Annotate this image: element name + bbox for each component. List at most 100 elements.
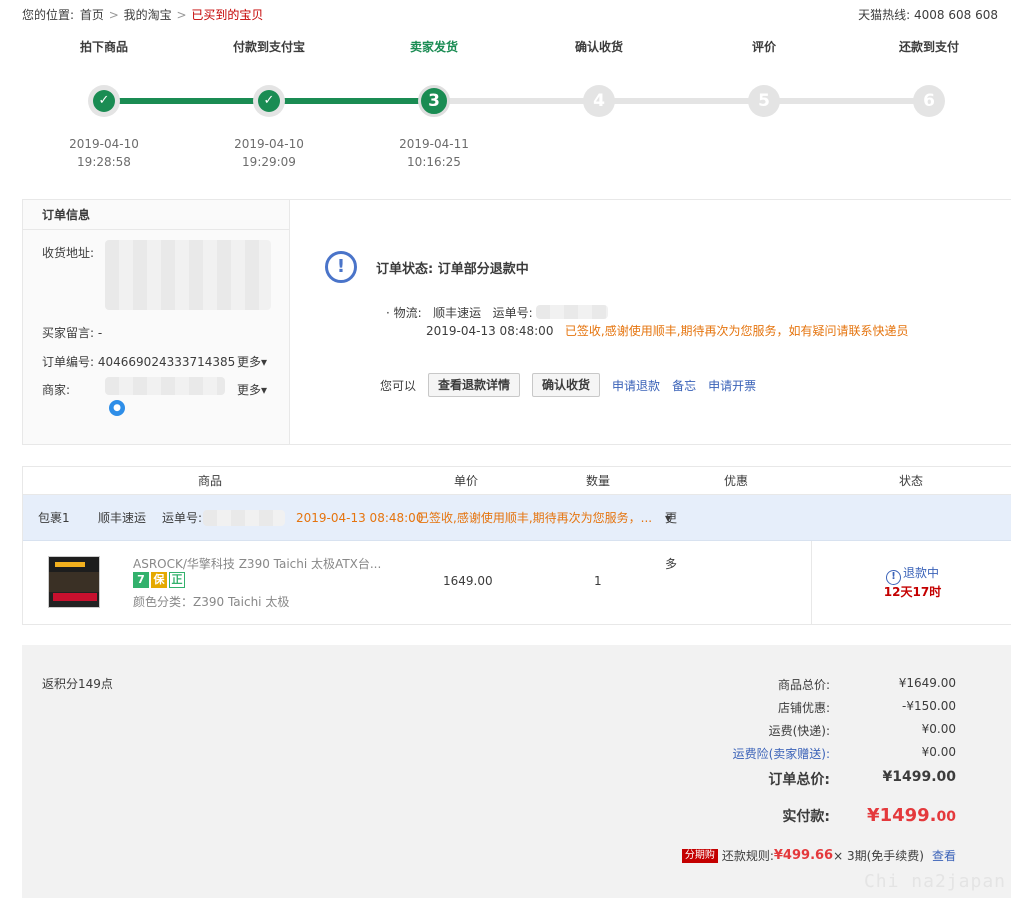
breadcrumb-home[interactable]: 首页: [80, 8, 104, 22]
breadcrumb-my-taobao[interactable]: 我的淘宝: [124, 8, 172, 22]
more-label: 更多: [237, 383, 262, 397]
order-actions: 您可以 查看退款详情 确认收货 申请退款 备忘 申请开票: [380, 373, 768, 397]
more-label: 更多: [237, 355, 262, 369]
apply-refund-link[interactable]: 申请退款: [612, 377, 660, 394]
paid-value: ¥1499.00: [830, 805, 956, 826]
step-node-6: 6: [913, 85, 945, 117]
merchant-label: 商家:: [42, 383, 71, 397]
step-label-3: 卖家发货: [409, 40, 458, 54]
step-label-2: 付款到支付宝: [232, 40, 305, 54]
paid-label: 实付款:: [782, 809, 830, 825]
shop-discount-value: -¥150.00: [902, 699, 956, 713]
hotline: 天猫热线: 4008 608 608: [858, 8, 998, 22]
waybill-redacted: [536, 305, 609, 319]
step-time-2: 2019-04-10 19:29:09: [199, 135, 339, 171]
breadcrumb-prefix: 您的位置:: [22, 8, 75, 22]
paid-row: 实付款: ¥1499.00: [690, 805, 956, 826]
item-quantity: 1: [594, 574, 602, 588]
step-node-3: 3: [418, 85, 450, 117]
table-header: 商品 单价 数量 优惠 状态: [23, 467, 1011, 495]
installment-view-link[interactable]: 查看: [932, 847, 956, 864]
order-status-area: ! 订单状态: 订单部分退款中 · 物流: 顺丰速运 运单号: 2019-04-…: [290, 200, 1011, 445]
order-progress: 拍下商品 付款到支付宝 卖家发货 确认收货 评价 还款到支付 ✓ ✓ 3 4 5…: [22, 38, 1011, 178]
package-waybill-label: 运单号:: [162, 511, 203, 525]
order-total-row: 订单总价: ¥1499.00: [690, 769, 956, 789]
logistics-detail: 2019-04-13 08:48:00 已签收,感谢使用顺丰,期待再次为您服务，…: [386, 322, 909, 340]
shipping-label: 运费(快递):: [768, 724, 830, 738]
refund-status: 退款中: [902, 566, 939, 580]
order-more-link[interactable]: 更多▾: [237, 353, 267, 370]
service-badges: 7 保 正: [133, 572, 185, 588]
breadcrumb: 您的位置: 首页 > 我的淘宝 > 已买到的宝贝: [22, 6, 263, 22]
shipping-value: ¥0.00: [921, 722, 956, 736]
product-thumbnail[interactable]: [48, 556, 100, 608]
header-state: 状态: [899, 474, 924, 488]
seven-day-return-icon: 7: [133, 572, 149, 588]
step-clock: 19:29:09: [242, 155, 296, 169]
merchant-more-link[interactable]: 更多▾: [237, 381, 267, 398]
message-value: -: [97, 326, 103, 340]
installment-label: 还款规则:: [721, 849, 774, 863]
apply-invoice-link[interactable]: 申请开票: [708, 377, 756, 394]
installment-row: 分期购 还款规则: ¥499.66 × 3期(免手续费) 查看: [681, 847, 956, 864]
info-icon: !: [325, 251, 357, 283]
order-total-value: ¥1499.00: [882, 769, 956, 785]
package-waybill-redacted: [203, 510, 285, 526]
step-clock: 10:16:25: [407, 155, 461, 169]
step-clock: 19:28:58: [77, 155, 131, 169]
package-carrier: 顺丰速运: [98, 511, 147, 525]
order-total-label: 订单总价:: [768, 772, 830, 788]
paid-cents: 00: [936, 809, 956, 825]
product-title-link[interactable]: ASROCK/华擎科技 Z390 Taichi 太极ATX台...: [133, 555, 381, 572]
breadcrumb-separator: >: [176, 8, 187, 22]
guarantee-icon: 保: [151, 572, 167, 588]
installment-amount: ¥499.66: [773, 848, 834, 863]
logistics-label: · 物流:: [386, 306, 422, 320]
shipping-insurance-link[interactable]: 运费险(卖家赠送):: [690, 745, 830, 762]
installment-tag: 分期购: [681, 848, 718, 863]
goods-total-row: 商品总价: ¥1649.00: [690, 676, 956, 693]
check-icon: ✓: [93, 90, 115, 112]
header-quantity: 数量: [586, 474, 611, 488]
genuine-icon: 正: [169, 572, 185, 588]
memo-link[interactable]: 备忘: [672, 377, 696, 394]
breadcrumb-separator: >: [108, 8, 119, 22]
product-sku: 颜色分类：Z390 Taichi 太极: [133, 595, 290, 609]
check-icon: ✓: [258, 90, 280, 112]
step-label-6: 还款到支付: [898, 40, 959, 54]
package-row: 包裹1 顺丰速运 运单号: 2019-04-13 08:48:00 已签收,感谢…: [23, 495, 1011, 571]
step-label-4: 确认收货: [574, 40, 623, 54]
step-node-1: ✓: [88, 85, 120, 117]
address-redacted: [105, 240, 271, 310]
paid-main: ¥1499.: [867, 805, 937, 826]
chat-icon[interactable]: ●: [109, 400, 125, 416]
package-more-link[interactable]: 更多 ▾: [665, 495, 677, 571]
logistics-info: · 物流: 顺丰速运 运单号: 2019-04-13 08:48:00 已签收,…: [386, 304, 909, 340]
step-date: 2019-04-10: [234, 137, 304, 151]
carrier-name: 顺丰速运: [433, 306, 482, 320]
actions-label: 您可以: [380, 378, 417, 393]
progress-track-todo: [434, 98, 929, 104]
logistics-time: 2019-04-13 08:48:00: [426, 324, 554, 338]
step-label-1: 拍下商品: [79, 40, 128, 54]
insurance-value: ¥0.00: [921, 745, 956, 759]
order-info-title: 订单信息: [23, 200, 289, 230]
view-refund-detail-button[interactable]: 查看退款详情: [428, 373, 521, 397]
breadcrumb-bought-items[interactable]: 已买到的宝贝: [191, 8, 263, 22]
item-state-cell: ! 退款中 12天17时: [811, 541, 1011, 624]
shop-discount-row: 店铺优惠: -¥150.00: [690, 699, 956, 716]
logistics-line: · 物流: 顺丰速运 运单号:: [386, 304, 909, 322]
order-number-label: 订单编号:: [42, 355, 95, 369]
order-info-panel: 订单信息 收货地址: 买家留言: - 订单编号: 404669024333714…: [22, 199, 1011, 445]
confirm-receipt-button[interactable]: 确认收货: [532, 373, 601, 397]
shipping-row: 运费(快递): ¥0.00: [690, 722, 956, 739]
package-text: 已签收,感谢使用顺丰,期待再次为您服务，...: [417, 511, 653, 525]
header-price: 单价: [454, 474, 479, 488]
refund-status-link[interactable]: ! 退款中: [812, 564, 1011, 585]
logistics-text: 已签收,感谢使用顺丰,期待再次为您服务，如有疑问请联系快递员: [564, 324, 909, 338]
buyer-message: 买家留言: -: [42, 324, 102, 341]
step-time-1: 2019-04-10 19:28:58: [34, 135, 174, 171]
shop-discount-label: 店铺优惠:: [777, 701, 830, 715]
order-totals: 返积分149点 商品总价: ¥1649.00 店铺优惠: -¥150.00 运费…: [22, 645, 1011, 898]
reward-points: 返积分149点: [42, 677, 113, 691]
